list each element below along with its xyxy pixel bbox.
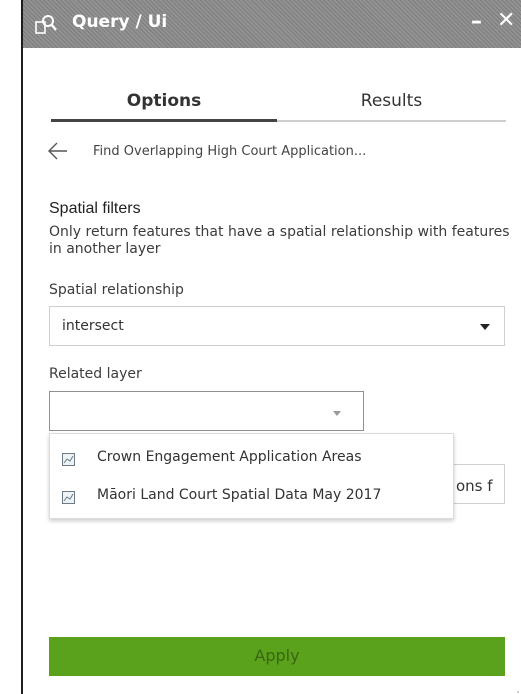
chevron-down-icon [333,411,341,416]
layer-icon [62,451,75,466]
resize-handle-icon[interactable] [511,684,519,693]
layer-icon [62,489,75,504]
apply-button[interactable]: Apply [49,637,505,676]
related-layer-dropdown: Crown Engagement Application Areas Māori… [49,433,454,519]
dropdown-option-label: Crown Engagement Application Areas [97,449,362,465]
spatial-relationship-select[interactable]: intersect [49,306,505,346]
obscured-field-text: ons f [456,477,493,495]
chevron-down-icon [480,324,490,330]
query-widget-panel: Query / Ui – ✕ Options Results Find Over… [21,0,521,694]
related-layer-label: Related layer [49,366,142,382]
back-navigation[interactable]: Find Overlapping High Court Application.… [47,140,487,166]
spatial-filters-heading: Spatial filters [49,200,141,217]
query-name-label: Find Overlapping High Court Application.… [93,144,367,159]
dropdown-option-maori-land-court[interactable]: Māori Land Court Spatial Data May 2017 [50,476,453,514]
spatial-relationship-label: Spatial relationship [49,282,184,298]
close-button[interactable]: ✕ [497,8,515,33]
minimize-button[interactable]: – [471,9,482,34]
tab-results[interactable]: Results [277,86,506,122]
related-layer-select[interactable] [49,391,364,431]
spatial-filters-description: Only return features that have a spatial… [49,224,510,257]
tab-options[interactable]: Options [51,86,277,122]
spatial-relationship-value: intersect [62,318,124,334]
dropdown-option-label: Māori Land Court Spatial Data May 2017 [97,487,382,503]
title-bar[interactable]: Query / Ui – ✕ [23,0,521,48]
apply-button-label: Apply [254,646,300,665]
query-icon [35,13,57,35]
back-arrow-icon[interactable] [47,141,69,161]
dropdown-option-crown-engagement[interactable]: Crown Engagement Application Areas [50,438,453,476]
tab-bar: Options Results [51,86,506,122]
window-title: Query / Ui [72,12,168,32]
